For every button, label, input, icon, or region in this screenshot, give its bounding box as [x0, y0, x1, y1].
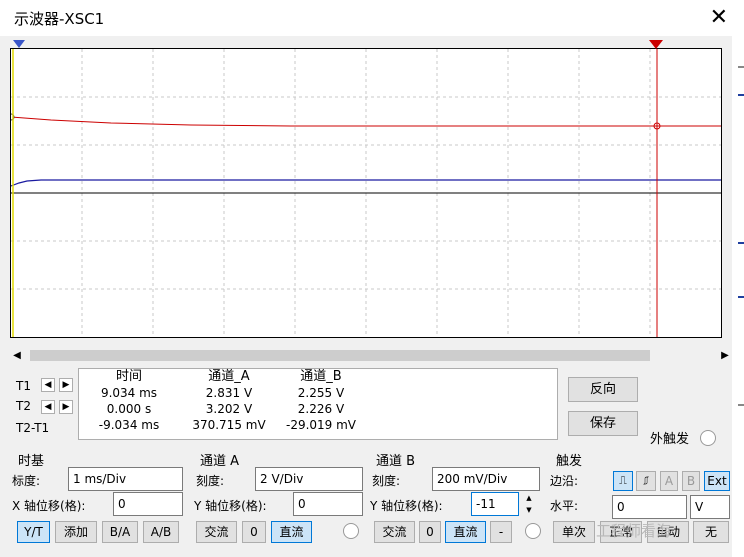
- trigger-ext-button[interactable]: Ext: [704, 471, 730, 491]
- time-t1: 9.034 ms: [100, 386, 158, 400]
- channel-b-t2: 2.226 V: [297, 402, 345, 416]
- channel-a-ac-button[interactable]: 交流: [196, 521, 237, 543]
- channel-a-zero-button[interactable]: 0: [242, 521, 266, 543]
- horizontal-scrollbar[interactable]: ◀ ▶: [10, 347, 732, 364]
- mode-add-button[interactable]: 添加: [55, 521, 97, 543]
- spin-down-icon[interactable]: ▼: [521, 504, 537, 516]
- timebase-header: 时基: [18, 454, 45, 469]
- t1-label: T1: [16, 379, 31, 393]
- channel-a-column: 通道_A 2.831 V 3.202 V 370.715 mV: [187, 369, 271, 433]
- window-title: 示波器-XSC1: [14, 10, 105, 28]
- right-edge-strip: [732, 36, 744, 557]
- t2-right-arrow-icon[interactable]: ▶: [59, 400, 73, 414]
- trigger-a-button[interactable]: A: [660, 471, 678, 491]
- trigger-level-label: 水平:: [550, 499, 579, 513]
- channel-b-t1: 2.255 V: [297, 386, 345, 400]
- time-header: 时间: [115, 369, 142, 384]
- save-button[interactable]: 保存: [568, 411, 638, 436]
- trigger-level-unit[interactable]: V: [690, 495, 730, 519]
- t2-label: T2: [16, 399, 31, 413]
- scroll-left-icon[interactable]: ◀: [10, 347, 24, 364]
- spin-up-icon[interactable]: ▲: [521, 492, 537, 504]
- scope-screen[interactable]: [10, 48, 722, 338]
- channel-b-scale-label: 刻度:: [372, 474, 401, 488]
- channel-a-scale-label: 刻度:: [196, 474, 225, 488]
- time-delta: -9.034 ms: [98, 418, 160, 432]
- edge-mark: [738, 66, 744, 68]
- channel-b-ac-button[interactable]: 交流: [374, 521, 415, 543]
- channel-a-header: 通道_A: [208, 369, 250, 384]
- ext-trigger-label: 外触发: [650, 432, 690, 447]
- measurement-readout: 时间 9.034 ms 0.000 s -9.034 ms 通道_A 2.831…: [78, 368, 558, 440]
- scroll-right-icon[interactable]: ▶: [718, 347, 732, 364]
- trigger-header: 触发: [556, 454, 583, 469]
- t2-handle-icon[interactable]: [649, 40, 663, 50]
- channel-b-radio[interactable]: [525, 523, 541, 539]
- x-position-field[interactable]: 0: [113, 492, 183, 516]
- watermark-text: 工程师看海: [596, 522, 672, 540]
- edge-mark: [738, 404, 744, 406]
- mode-ba-button[interactable]: B/A: [102, 521, 138, 543]
- t2-left-arrow-icon[interactable]: ◀: [41, 400, 55, 414]
- edge-mark: [738, 94, 744, 96]
- rising-edge-icon[interactable]: ⎍: [613, 471, 633, 491]
- t1-left-arrow-icon[interactable]: ◀: [41, 378, 55, 392]
- t2-t1-label: T2-T1: [16, 421, 50, 435]
- channel-a-t2: 3.202 V: [205, 402, 253, 416]
- trigger-edge-label: 边沿:: [550, 474, 579, 488]
- trigger-b-button[interactable]: B: [682, 471, 700, 491]
- trigger-level-field[interactable]: 0: [612, 495, 687, 519]
- timebase-scale-label: 标度:: [12, 474, 41, 488]
- channel-b-zero-button[interactable]: 0: [419, 521, 441, 543]
- trigger-none-button[interactable]: 无: [693, 521, 729, 543]
- channel-b-scale-field[interactable]: 200 mV/Div: [432, 467, 540, 491]
- channel-b-ypos-label: Y 轴位移(格):: [370, 499, 443, 513]
- channel-b-minus-button[interactable]: -: [490, 521, 512, 543]
- channel-b-header: 通道_B: [300, 369, 342, 384]
- channel-b-section-header: 通道 B: [376, 454, 416, 469]
- scroll-thumb[interactable]: [30, 350, 650, 361]
- channel-b-column: 通道_B 2.255 V 2.226 V -29.019 mV: [279, 369, 363, 433]
- channel-a-radio[interactable]: [343, 523, 359, 539]
- channel-a-t1: 2.831 V: [205, 386, 253, 400]
- channel-a-dc-button[interactable]: 直流: [271, 521, 312, 543]
- channel-b-dc-button[interactable]: 直流: [445, 521, 486, 543]
- falling-edge-icon[interactable]: ⎎: [636, 471, 656, 491]
- time-t2: 0.000 s: [106, 402, 152, 416]
- timebase-scale-field[interactable]: 1 ms/Div: [68, 467, 183, 491]
- trigger-single-button[interactable]: 单次: [553, 521, 595, 543]
- edge-mark: [738, 242, 744, 244]
- oscilloscope-window: 示波器-XSC1 ✕ ◀ ▶ T1 ◀ ▶ T2 ◀ ▶ T2-T1 时间 9.…: [0, 0, 744, 557]
- channel-a-ypos-field[interactable]: 0: [293, 492, 363, 516]
- reverse-button[interactable]: 反向: [568, 377, 638, 402]
- channel-a-scale-field[interactable]: 2 V/Div: [255, 467, 363, 491]
- channel-b-ypos-field[interactable]: -11: [471, 492, 519, 516]
- channel-b-delta: -29.019 mV: [285, 418, 357, 432]
- mode-yt-button[interactable]: Y/T: [17, 521, 50, 543]
- x-position-label: X 轴位移(格):: [12, 499, 86, 513]
- t1-handle-icon[interactable]: [13, 40, 25, 50]
- title-bar: 示波器-XSC1 ✕: [0, 0, 744, 36]
- mode-ab-button[interactable]: A/B: [143, 521, 179, 543]
- ext-trigger-radio[interactable]: [700, 430, 716, 446]
- time-column: 时间 9.034 ms 0.000 s -9.034 ms: [87, 369, 171, 433]
- t1-right-arrow-icon[interactable]: ▶: [59, 378, 73, 392]
- scope-graph: [11, 49, 721, 337]
- channel-b-ypos-spinner[interactable]: ▲ ▼: [521, 492, 537, 516]
- channel-a-delta: 370.715 mV: [192, 418, 266, 432]
- channel-a-ypos-label: Y 轴位移(格):: [194, 499, 267, 513]
- close-icon[interactable]: ✕: [710, 4, 728, 32]
- channel-a-section-header: 通道 A: [200, 454, 240, 469]
- edge-mark: [738, 296, 744, 298]
